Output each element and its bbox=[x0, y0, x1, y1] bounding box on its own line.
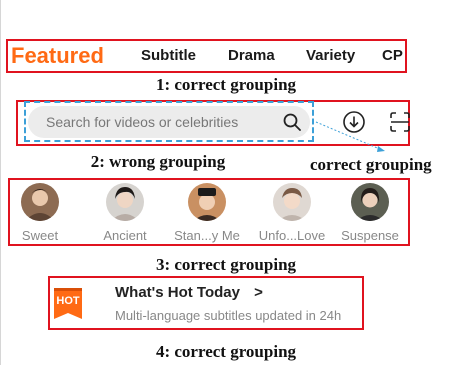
hot-badge-icon: HOT bbox=[52, 285, 84, 321]
avatar bbox=[106, 183, 144, 221]
avatar bbox=[273, 183, 311, 221]
actor-label: Suspense bbox=[341, 228, 399, 243]
hot-title: What's Hot Today > bbox=[115, 284, 263, 301]
avatar bbox=[351, 183, 389, 221]
hot-subtitle: Multi-language subtitles updated in 24h bbox=[115, 308, 342, 323]
chevron-right-icon: > bbox=[254, 284, 263, 301]
caption-4: 4: correct grouping bbox=[155, 342, 297, 361]
caption-2-wrong: 2: wrong grouping bbox=[90, 152, 226, 171]
caption-3: 3: correct grouping bbox=[155, 255, 297, 274]
hot-badge-label: HOT bbox=[56, 295, 80, 307]
avatar bbox=[188, 183, 226, 221]
caption-2-correct: correct grouping bbox=[310, 155, 432, 174]
avatar bbox=[21, 183, 59, 221]
hot-title-text: What's Hot Today bbox=[115, 284, 240, 301]
